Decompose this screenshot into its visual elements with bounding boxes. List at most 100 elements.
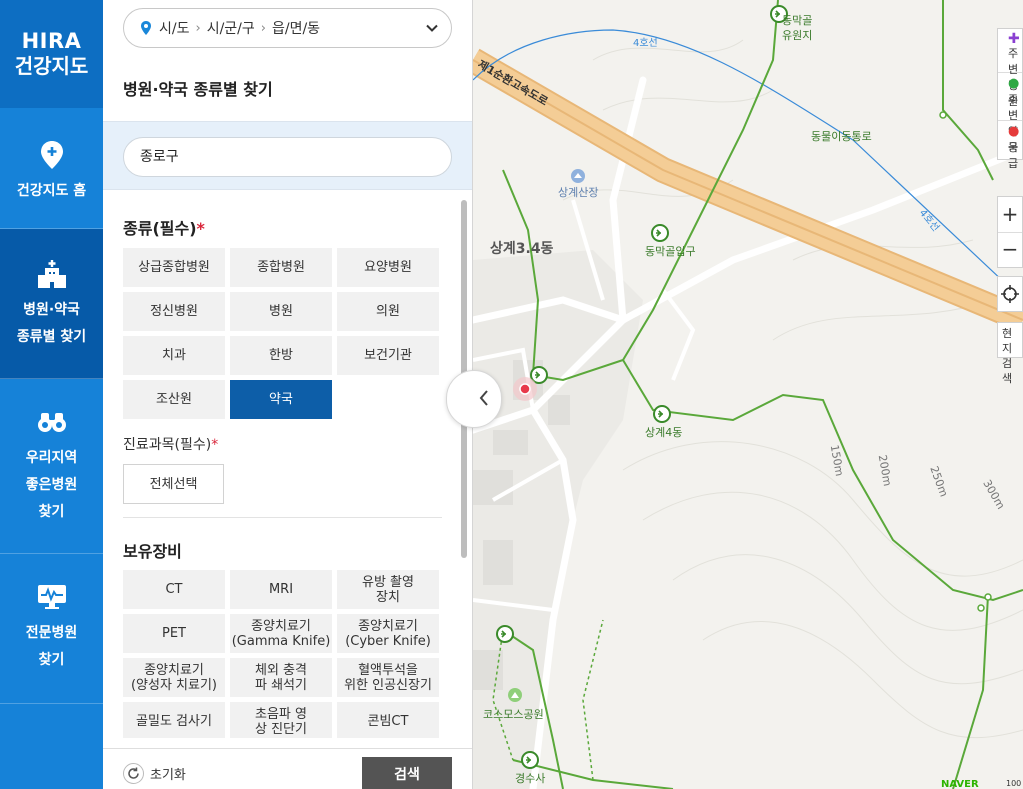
equip-label: (양성자 치료기)	[130, 677, 218, 693]
equip-label: PET	[162, 626, 186, 641]
type-option[interactable]: 종합병원	[230, 248, 332, 287]
type-option[interactable]: 상급종합병원	[123, 248, 225, 287]
equip-option[interactable]: 종양치료기 (Gamma Knife)	[230, 614, 332, 653]
equip-section-title: 보유장비	[123, 542, 182, 561]
equip-label: 종양치료기	[358, 618, 418, 634]
search-panel: 시/도 › 시/군/구 › 읍/면/동 병원·약국 종류별 찾기 종로구 종류(…	[103, 0, 473, 789]
type-option-selected[interactable]: 약국	[230, 380, 332, 419]
type-title-text: 종류(필수)	[123, 219, 197, 238]
zoom-controls: + −	[997, 196, 1023, 268]
nav-label-good-1: 우리지역	[25, 450, 78, 466]
binoculars-icon	[35, 405, 69, 439]
map-label-dongmak-entrance: 동막골입구	[645, 245, 696, 258]
nav-rail: HIRA 건강지도 건강지도 홈 병원·약국 종류별 찾기 우리지역 좋은병원 …	[0, 0, 103, 789]
type-option[interactable]: 병원	[230, 292, 332, 331]
nav-label-home: 건강지도 홈	[16, 183, 87, 199]
equip-option[interactable]: CT	[123, 570, 225, 609]
nav-label-specialty-1: 전문병원	[25, 625, 78, 641]
dept-section-title: 진료과목(필수)*	[123, 434, 218, 454]
type-option[interactable]: 정신병원	[123, 292, 225, 331]
plus-icon: ✚	[1008, 31, 1020, 47]
panel-collapse-button[interactable]	[446, 370, 502, 428]
equip-option[interactable]: MRI	[230, 570, 332, 609]
type-option[interactable]: 치과	[123, 336, 225, 375]
hira-logo[interactable]: HIRA 건강지도	[0, 0, 103, 108]
map-label-line4: 4호선	[633, 38, 658, 49]
equip-label: (Gamma Knife)	[231, 633, 331, 649]
nav-label-good-3: 찾기	[38, 504, 65, 520]
region-dong[interactable]: 읍/면/동	[272, 18, 320, 38]
equip-option[interactable]: 유방 촬영 장치	[337, 570, 439, 609]
map-canvas	[473, 0, 1023, 789]
zoom-out-button[interactable]: −	[998, 233, 1022, 268]
equip-option[interactable]: 종양치료기 (양성자 치료기)	[123, 658, 225, 697]
nav-label-good-2: 좋은병원	[25, 477, 78, 493]
chevron-right-icon: ›	[260, 20, 266, 36]
search-button[interactable]: 검색	[362, 757, 452, 789]
emergency-icon: ●	[1008, 124, 1020, 139]
equip-option[interactable]: 체외 충격 파 쇄석기	[230, 658, 332, 697]
search-here-button[interactable]: 현지 검색	[997, 322, 1023, 385]
location-pin-icon	[141, 21, 151, 35]
map-label-station: 상계4동	[645, 426, 683, 439]
nearby-hospital-button[interactable]: ✚ 주변 병원	[998, 29, 1022, 108]
search-here-label2: 검색	[1002, 357, 1013, 385]
equip-label: 장치	[376, 589, 400, 605]
equip-option[interactable]: 초음파 영상 진단기	[230, 702, 332, 738]
refresh-icon	[123, 763, 144, 784]
equip-label: 혈액투석을	[358, 662, 418, 678]
equip-label: 체외 충격	[255, 662, 307, 678]
dept-select-all[interactable]: 전체선택	[123, 464, 224, 504]
equip-label: 종양치료기	[144, 662, 204, 678]
search-here-label1: 현지	[1002, 327, 1013, 355]
filter-scroll-area[interactable]: 종류(필수) * 상급종합병원 종합병원 요양병원 정신병원 병원 의원 치과 한…	[103, 191, 472, 738]
nav-label-type-1: 병원·약국	[23, 302, 80, 318]
crosshair-icon	[1001, 285, 1019, 303]
map-quick-controls: ✚ 주변 병원 ● 주변 약국 ● 응급	[997, 28, 1023, 171]
panel-title: 병원·약국 종류별 찾기	[123, 80, 273, 99]
equip-label: 유방 촬영	[362, 574, 414, 590]
zoom-in-button[interactable]: +	[998, 197, 1022, 233]
equip-label: 위한 인공신장기	[344, 677, 432, 693]
chevron-down-icon[interactable]	[425, 21, 439, 35]
region-sido[interactable]: 시/도	[159, 18, 189, 38]
nav-item-specialty[interactable]: 전문병원 찾기	[0, 554, 103, 704]
nearby-pharmacy-button[interactable]: ● 주변 약국	[998, 73, 1022, 154]
type-option[interactable]: 의원	[337, 292, 439, 331]
type-option[interactable]: 보건기관	[337, 336, 439, 375]
search-zone: 종로구	[103, 121, 472, 190]
required-mark: *	[211, 437, 219, 453]
map-label-park: 코스모스공원	[483, 708, 544, 721]
equip-label: 콘빔CT	[367, 714, 409, 729]
nav-item-home[interactable]: 건강지도 홈	[0, 108, 103, 229]
reset-button[interactable]: 초기화	[123, 763, 186, 784]
equip-option[interactable]: 종양치료기 (Cyber Knife)	[337, 614, 439, 653]
type-option[interactable]: 조산원	[123, 380, 225, 419]
map-label-temple: 경수사	[515, 772, 546, 785]
nav-item-good-hospital[interactable]: 우리지역 좋은병원 찾기	[0, 379, 103, 554]
locate-button[interactable]	[997, 276, 1023, 312]
panel-footer: 초기화 검색	[103, 748, 472, 789]
nav-item-type-search[interactable]: 병원·약국 종류별 찾기	[0, 229, 103, 379]
search-input[interactable]: 종로구	[123, 137, 452, 177]
equip-label: 상 진단기	[255, 721, 307, 737]
type-option[interactable]: 요양병원	[337, 248, 439, 287]
emergency-button[interactable]: ● 응급	[998, 121, 1022, 171]
region-selector[interactable]: 시/도 › 시/군/구 › 읍/면/동	[123, 8, 452, 48]
region-sigungu[interactable]: 시/군/구	[207, 18, 255, 38]
chevron-right-icon: ›	[195, 20, 201, 36]
equip-label: 종양치료기	[251, 618, 311, 634]
map-label-trail: 동물이동통로	[811, 130, 872, 143]
map-label-dongmak: 유원지	[782, 29, 813, 42]
dept-title-text: 진료과목(필수)	[123, 437, 212, 453]
hospital-building-icon	[35, 257, 69, 291]
type-option[interactable]: 한방	[230, 336, 332, 375]
equip-label: CT	[165, 582, 183, 597]
equip-option[interactable]: 콘빔CT	[337, 702, 439, 738]
equip-label: (Cyber Knife)	[345, 633, 431, 649]
equip-option[interactable]: PET	[123, 614, 225, 653]
map-label-lodge: 상계산장	[558, 186, 599, 199]
equip-option[interactable]: 골밀도 검사기	[123, 702, 225, 738]
map-view[interactable]: 제1순환고속도로 4호선 4호선 동막골 유원지 동물이동통로 동막골입구 상계…	[473, 0, 1023, 789]
equip-option[interactable]: 혈액투석을 위한 인공신장기	[337, 658, 439, 697]
